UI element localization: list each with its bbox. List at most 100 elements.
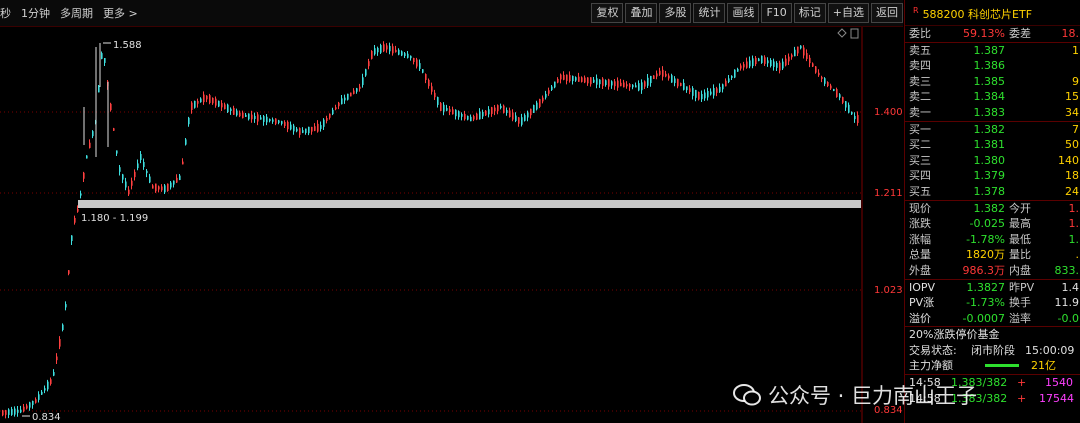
candle-body [806,53,808,59]
candle-body [233,107,235,115]
limit-text: 20%涨跌停价基金 [909,328,1000,342]
candle-body [641,82,643,91]
candle-body [566,74,568,81]
candle-body [116,150,118,154]
candle-body [437,97,439,105]
candle-body [248,113,250,120]
ask-row[interactable]: 卖一 1.383 34 [905,105,1080,121]
overlay-button[interactable]: 叠加 [625,3,658,23]
candle-body [458,111,460,118]
period-1min[interactable]: 1分钟 [21,5,50,21]
diamond-icon[interactable] [837,28,847,38]
candle-body [83,172,85,179]
candle-body [386,45,388,50]
candle-body [350,92,352,97]
candle-body [764,57,766,64]
candle-body [341,98,343,105]
ask-row[interactable]: 卖五 1.387 1 [905,43,1080,59]
tick-sign: + [1017,391,1027,405]
candle-body [209,95,211,103]
candle-body [407,53,409,58]
candle-body [701,94,703,100]
candle-body [92,131,94,137]
draw-line-button[interactable]: 画线 [727,3,760,23]
candle-body [185,139,187,145]
candle-body [383,44,385,52]
ask-row[interactable]: 卖三 1.385 9 [905,74,1080,90]
label: 委比 [909,27,931,40]
label: 量比 [1009,248,1031,262]
candle-body [770,60,772,66]
add-watchlist-button[interactable]: +自选 [827,3,869,23]
candle-body [422,69,424,73]
volume: 1 [1072,43,1079,57]
label: PV涨 [909,296,935,310]
candle-body [143,161,145,168]
ask-row[interactable]: 卖二 1.384 15 [905,89,1080,105]
candle-body [818,72,820,76]
ask-row[interactable]: 卖四 1.386 [905,58,1080,74]
candlestick-chart[interactable]: 1.180 - 1.199 1.588 0.834 1.400 1.211 1.… [0,27,903,423]
candle-body [605,80,607,86]
period-second[interactable]: 秒 [0,5,11,21]
statistics-button[interactable]: 统计 [693,3,726,23]
bid-row[interactable]: 买二 1.381 50 [905,137,1080,153]
candle-body [518,117,520,124]
candle-body [176,177,178,183]
candle-body [635,85,637,88]
period-more[interactable]: 更多 > [103,5,138,21]
candle-body [590,77,592,85]
value: 833. [1054,263,1080,277]
candle-body [263,116,265,122]
tick-sign: + [1017,376,1027,390]
candle-body [26,405,28,409]
candle-body [734,69,736,78]
candle-body [389,45,391,52]
main-net-value: 21亿 [1031,359,1056,373]
candle-body [428,79,430,87]
mark-button[interactable]: 标记 [793,3,826,23]
candle-body [827,82,829,86]
multi-stock-button[interactable]: 多股 [659,3,692,23]
candle-body [464,113,466,120]
candle-body [374,48,376,55]
candle-body [536,102,538,110]
back-button[interactable]: 返回 [871,3,903,23]
candle-body [398,49,400,55]
candle-body [668,75,670,79]
candle-body [197,100,199,104]
candle-body [161,186,163,191]
bid-row[interactable]: 买四 1.379 18 [905,168,1080,184]
candle-body [683,82,685,90]
candle-body [338,102,340,107]
candle-body [224,104,226,110]
candle-body [128,189,130,195]
candle-body [485,110,487,116]
bid-row[interactable]: 买一 1.382 7 [905,122,1080,138]
bid-row[interactable]: 买五 1.378 24 [905,184,1080,200]
candle-body [695,89,697,98]
candle-body [626,84,628,87]
bid-row[interactable]: 买三 1.380 140 [905,153,1080,169]
candle-body [692,88,694,96]
bid-book: 买一 1.382 7 买二 1.381 50 买三 1.380 140 买四 1.379 18 … [905,122,1080,200]
candle-body [332,109,334,115]
candle-body [215,98,217,106]
candle-body [182,161,184,165]
candle-body [8,409,10,415]
label: 最高 [1009,217,1031,231]
label: 卖三 [909,74,931,88]
candle-body [317,123,319,132]
candle-body [119,167,121,172]
period-multi[interactable]: 多周期 [60,5,93,21]
candle-body [158,186,160,190]
candle-body [449,109,451,112]
label: 换手 [1009,296,1031,310]
adjust-button[interactable]: 复权 [591,3,624,23]
candle-body [653,75,655,79]
f10-button[interactable]: F10 [761,3,792,23]
chart-scroll-thumb[interactable] [850,28,859,39]
candle-body [80,193,82,196]
candle-body [50,379,52,384]
candle-body [611,81,613,86]
